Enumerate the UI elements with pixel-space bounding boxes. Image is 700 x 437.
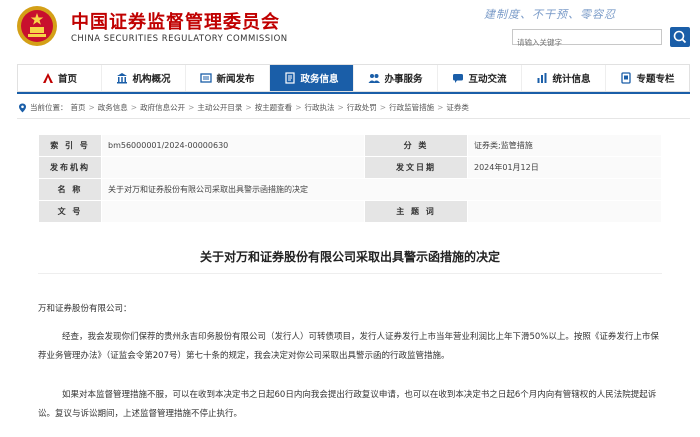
name-label: 名 称 <box>38 178 102 201</box>
topic-icon <box>621 72 632 84</box>
category-value: 证券类;监管措施 <box>467 134 662 157</box>
table-row: 发布机构 发文日期 2024年01月12日 <box>38 156 662 179</box>
keywords-label: 主 题 词 <box>364 200 468 223</box>
breadcrumb-item[interactable]: 按主题查看 <box>255 102 293 113</box>
nav-item-statistics[interactable]: 统计信息 <box>522 65 606 91</box>
nav-item-label: 机构概况 <box>132 74 171 85</box>
breadcrumb-item[interactable]: 主动公开目录 <box>197 102 242 113</box>
docno-value <box>101 200 365 223</box>
docno-label: 文 号 <box>38 200 102 223</box>
site-slogan: 建制度、不干预、零容忍 <box>484 8 616 21</box>
nav-item-home[interactable]: 首页 <box>18 65 102 91</box>
breadcrumb-prefix: 当前位置： <box>30 103 68 112</box>
search-input[interactable] <box>513 35 661 50</box>
building-icon <box>117 73 128 84</box>
breadcrumb-separator: > <box>130 103 138 112</box>
breadcrumb-item[interactable]: 行政执法 <box>304 102 334 113</box>
breadcrumb-item[interactable]: 首页 <box>71 102 86 113</box>
date-label: 发文日期 <box>364 156 468 179</box>
breadcrumb-separator: > <box>188 103 195 112</box>
nav-item-organization[interactable]: 机构概况 <box>102 65 186 91</box>
site-title[interactable]: 中国证券监督管理委员会 <box>71 8 280 34</box>
nav-item-news[interactable]: 新闻发布 <box>186 65 270 91</box>
document-icon <box>285 72 296 84</box>
document-info-table: 索 引 号 bm56000001/2024-00000630 分 类 证券类;监… <box>38 134 662 223</box>
breadcrumb-separator: > <box>337 103 344 112</box>
nav-item-label: 专题专栏 <box>636 74 675 85</box>
home-icon <box>42 73 53 83</box>
newspaper-icon <box>200 73 213 83</box>
site-header: 中国证券监督管理委员会 CHINA SECURITIES REGULATORY … <box>0 0 700 62</box>
nav-item-services[interactable]: 办事服务 <box>354 65 438 91</box>
breadcrumb-item[interactable]: 行政处罚 <box>347 102 377 113</box>
national-emblem-icon <box>17 6 57 46</box>
breadcrumb-item[interactable]: 行政监管措施 <box>389 102 434 113</box>
search-box[interactable] <box>512 29 662 50</box>
index-label: 索 引 号 <box>38 134 102 157</box>
nav-item-label: 互动交流 <box>468 74 507 85</box>
table-row: 索 引 号 bm56000001/2024-00000630 分 类 证券类;监… <box>38 134 662 157</box>
nav-item-label: 办事服务 <box>384 74 423 85</box>
nav-item-interaction[interactable]: 互动交流 <box>438 65 522 91</box>
breadcrumb-separator: > <box>295 103 302 112</box>
name-value: 关于对万和证券股份有限公司采取出具警示函措施的决定 <box>101 178 662 201</box>
breadcrumb: 当前位置： 首页 > 政务信息 > 政府信息公开 > 主动公开目录 > 按主题查看 > 行… <box>18 102 469 113</box>
chat-icon <box>453 74 464 83</box>
nav-underline <box>17 92 690 94</box>
breadcrumb-separator: > <box>88 103 95 112</box>
people-icon <box>368 74 381 83</box>
search-icon <box>673 30 687 44</box>
breadcrumb-separator: > <box>245 103 252 112</box>
table-row: 名 称 关于对万和证券股份有限公司采取出具警示函措施的决定 <box>38 178 662 201</box>
nav-item-label: 新闻发布 <box>216 74 255 85</box>
breadcrumb-divider <box>17 118 690 119</box>
date-value: 2024年01月12日 <box>467 156 662 179</box>
breadcrumb-separator: > <box>437 103 444 112</box>
main-nav: 首页 机构概况 新闻发布 政务信息 办事服务 互动交流 统计信息 专题专栏 <box>17 64 690 92</box>
breadcrumb-separator: > <box>379 103 387 112</box>
document-paragraph: 如果对本监督管理措施不服，可以在收到本决定书之日起60日内向我会提出行政复议申请… <box>38 390 657 419</box>
keywords-value <box>467 200 662 223</box>
nav-item-government-info[interactable]: 政务信息 <box>270 65 354 91</box>
document-paragraph: 经查，我会发现你们保荐的贵州永吉印务股份有限公司（发行人）可转债项目，发行人证券… <box>38 332 659 361</box>
nav-item-label: 政务信息 <box>300 74 339 85</box>
nav-item-label: 首页 <box>57 74 77 85</box>
location-pin-icon <box>19 103 26 112</box>
breadcrumb-item[interactable]: 证券类 <box>446 102 469 113</box>
nav-item-topics[interactable]: 专题专栏 <box>606 65 689 91</box>
breadcrumb-item[interactable]: 政务信息 <box>98 102 128 113</box>
site-title-english: CHINA SECURITIES REGULATORY COMMISSION <box>71 34 288 44</box>
document-divider <box>38 273 662 274</box>
publisher-value <box>101 156 365 179</box>
nav-item-label: 统计信息 <box>552 74 591 85</box>
index-value: bm56000001/2024-00000630 <box>101 134 365 157</box>
publisher-label: 发布机构 <box>38 156 102 179</box>
table-row: 文 号 主 题 词 <box>38 200 662 223</box>
document-salutation: 万和证券股份有限公司： <box>38 304 132 314</box>
document-title: 关于对万和证券股份有限公司采取出具警示函措施的决定 <box>199 250 500 264</box>
category-label: 分 类 <box>364 134 468 157</box>
stats-icon <box>537 73 547 83</box>
breadcrumb-item[interactable]: 政府信息公开 <box>140 102 185 113</box>
search-button[interactable] <box>670 27 690 47</box>
